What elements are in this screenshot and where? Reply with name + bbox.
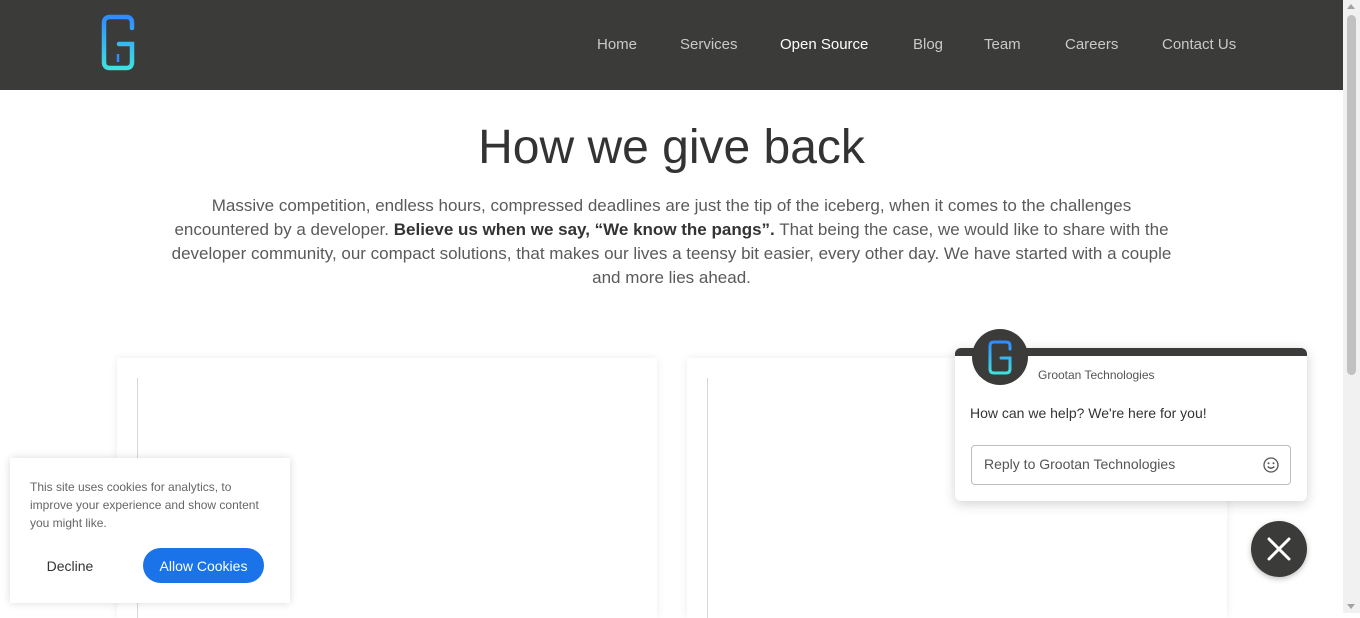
page-title: How we give back xyxy=(478,121,865,174)
nav-contact-us[interactable]: Contact Us xyxy=(1162,36,1236,53)
nav-careers[interactable]: Careers xyxy=(1065,36,1118,53)
page-scrollbar[interactable] xyxy=(1343,0,1360,613)
intro-bold-text: Believe us when we say, “We know the pan… xyxy=(393,220,775,239)
nav-blog[interactable]: Blog xyxy=(913,36,943,53)
nav-services[interactable]: Services xyxy=(680,36,738,53)
chat-reply-input[interactable] xyxy=(982,455,1256,473)
smiley-icon[interactable] xyxy=(1263,457,1279,473)
decline-button[interactable]: Decline xyxy=(34,549,106,583)
nav-team[interactable]: Team xyxy=(984,36,1021,53)
card-divider xyxy=(707,378,708,618)
cookie-text: This site uses cookies for analytics, to… xyxy=(30,480,259,530)
chat-widget: Grootan Technologies How can we help? We… xyxy=(955,329,1307,501)
chat-message: How can we help? We're here for you! xyxy=(970,405,1207,421)
site-header: Home Services Open Source Blog Team Care… xyxy=(0,0,1343,90)
chat-avatar xyxy=(972,329,1028,385)
intro-paragraph: Massive competition, endless hours, comp… xyxy=(165,194,1178,290)
cookie-banner: This site uses cookies for analytics, to… xyxy=(10,458,290,603)
grootan-logo[interactable] xyxy=(101,14,137,72)
chat-company-name: Grootan Technologies xyxy=(1038,368,1155,382)
scroll-up-arrow-icon[interactable] xyxy=(1347,4,1355,9)
chat-close-button[interactable] xyxy=(1251,521,1307,577)
scroll-down-arrow-icon[interactable] xyxy=(1347,604,1355,609)
nav-home[interactable]: Home xyxy=(597,36,637,53)
chat-reply-box[interactable] xyxy=(971,445,1291,485)
nav-open-source[interactable]: Open Source xyxy=(780,36,868,53)
close-icon xyxy=(1267,537,1291,561)
allow-cookies-button[interactable]: Allow Cookies xyxy=(143,548,264,583)
scroll-thumb[interactable] xyxy=(1347,15,1356,375)
